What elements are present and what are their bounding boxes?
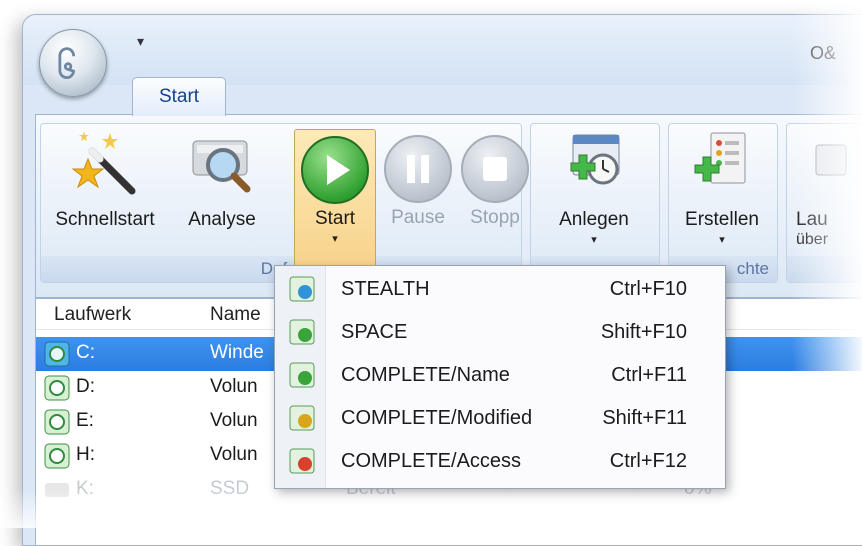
defrag-complete-name-icon — [289, 362, 315, 388]
defrag-space-icon — [289, 319, 315, 345]
drive-letter: K: — [76, 478, 94, 499]
drive-check-icon — [815, 144, 847, 176]
tab-start[interactable]: Start — [132, 77, 226, 116]
menu-item-space[interactable]: SPACE Shift+F10 — [275, 311, 725, 354]
drive-magnifier-icon — [192, 140, 251, 193]
stop-label: Stopp — [470, 207, 520, 228]
chevron-down-icon[interactable]: ▾ — [672, 233, 772, 246]
menu-item-complete-name[interactable]: COMPLETE/Name Ctrl+F11 — [275, 354, 725, 397]
menu-item-shortcut: Shift+F10 — [600, 321, 687, 343]
drive-letter: D: — [76, 376, 95, 397]
drive-name: Volun — [210, 444, 258, 465]
create-report-button[interactable]: Erstellen ▾ — [672, 129, 772, 246]
column-header-name[interactable]: Name — [210, 304, 261, 326]
defrag-complete-access-icon — [289, 448, 315, 474]
stop-button: Stopp — [460, 129, 530, 229]
start-label: Start — [314, 208, 356, 229]
window-title: O& — [810, 43, 837, 63]
drive-icon — [44, 409, 70, 435]
create-report-label: Erstellen — [685, 209, 759, 230]
drive-name: Volun — [210, 410, 258, 431]
analyse-button[interactable]: Analyse — [170, 129, 274, 231]
menu-item-label: SPACE — [341, 321, 408, 343]
menu-item-shortcut: Shift+F11 — [602, 407, 687, 429]
title-bar: ▾ O& — [23, 15, 862, 85]
drive-check-label-1: Lau — [796, 209, 828, 230]
quick-start-button[interactable]: Schnellstart — [42, 129, 168, 231]
drive-letter: C: — [76, 342, 95, 363]
drive-name: SSD — [210, 478, 250, 499]
magic-wand-icon — [71, 131, 136, 195]
drive-check-button[interactable]: Lau über — [796, 129, 862, 249]
play-icon — [301, 136, 369, 204]
menu-item-complete-access[interactable]: COMPLETE/Access Ctrl+F12 — [275, 440, 725, 483]
drive-icon — [45, 483, 69, 497]
drive-name: Volun — [210, 376, 258, 397]
menu-item-shortcut: Ctrl+F12 — [609, 450, 687, 472]
pause-label: Pause — [391, 207, 445, 228]
menu-item-stealth[interactable]: STEALTH Ctrl+F10 — [275, 268, 725, 311]
analyse-label: Analyse — [188, 209, 256, 230]
menu-item-label: COMPLETE/Name — [341, 364, 510, 386]
drive-check-label-2: über — [796, 231, 829, 248]
pause-button: Pause — [384, 129, 452, 229]
report-add-icon — [694, 132, 746, 184]
stop-icon — [461, 135, 529, 203]
create-schedule-label: Anlegen — [559, 209, 629, 230]
drive-letter: E: — [76, 410, 94, 431]
menu-item-shortcut: Ctrl+F10 — [609, 278, 687, 300]
start-method-menu: STEALTH Ctrl+F10 SPACE Shift+F10 COMPLET… — [274, 265, 726, 489]
drive-name: Winde — [210, 342, 264, 363]
drive-icon — [44, 341, 70, 367]
column-header-drive[interactable]: Laufwerk — [54, 304, 131, 326]
drive-letter: H: — [76, 444, 95, 465]
chevron-down-icon[interactable]: ▾ — [295, 232, 375, 245]
create-schedule-button[interactable]: Anlegen ▾ — [540, 129, 648, 246]
start-button[interactable]: Start ▾ — [294, 129, 376, 271]
menu-item-label: STEALTH — [341, 278, 430, 300]
defrag-complete-modified-icon — [289, 405, 315, 431]
drive-icon — [44, 375, 70, 401]
drive-icon — [44, 443, 70, 469]
schedule-add-icon — [570, 134, 620, 185]
defrag-stealth-icon — [289, 276, 315, 302]
pause-icon — [384, 135, 452, 203]
menu-item-shortcut: Ctrl+F11 — [611, 364, 687, 386]
chevron-down-icon[interactable]: ▾ — [540, 233, 648, 246]
menu-item-label: COMPLETE/Access — [341, 450, 522, 472]
app-orb-icon[interactable]: ၆ — [39, 29, 107, 97]
quick-access-toolbar-dropdown[interactable]: ▾ — [137, 33, 144, 50]
ribbon-group-label — [787, 256, 862, 282]
menu-item-complete-modified[interactable]: COMPLETE/Modified Shift+F11 — [275, 397, 725, 440]
quick-start-label: Schnellstart — [55, 209, 155, 230]
menu-item-label: COMPLETE/Modified — [341, 407, 533, 429]
